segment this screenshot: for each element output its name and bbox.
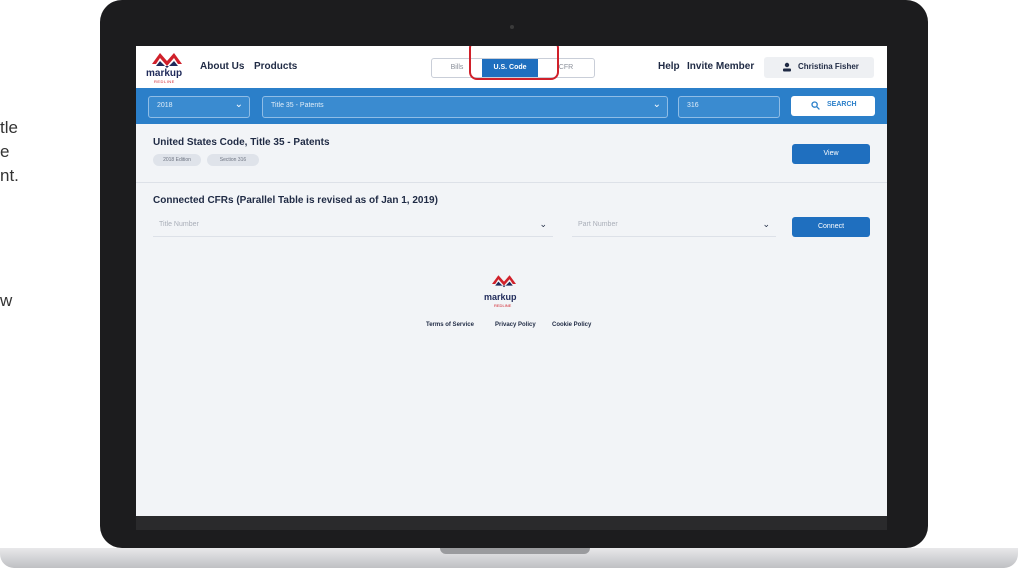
- section-value: 316: [687, 102, 699, 109]
- search-icon: [811, 101, 820, 110]
- footer-logo-sub: REDLINE: [494, 303, 512, 308]
- cookie-link[interactable]: Cookie Policy: [552, 322, 591, 328]
- terms-link[interactable]: Terms of Service: [426, 322, 474, 328]
- year-select[interactable]: 2018 ⌄: [148, 96, 250, 118]
- chevron-down-icon: ⌄: [539, 219, 547, 229]
- year-value: 2018: [157, 102, 173, 109]
- title-number-placeholder: Title Number: [159, 221, 199, 228]
- side-caption: tle e nt. w: [0, 0, 110, 577]
- highlight-ring: [469, 46, 559, 80]
- laptop-frame: markup REDLINE About Us Products Bills U…: [100, 0, 928, 548]
- nav-help[interactable]: Help: [658, 61, 680, 72]
- search-button[interactable]: SEARCH: [791, 96, 875, 116]
- invite-member-link[interactable]: Invite Member: [687, 61, 754, 72]
- user-icon: [783, 62, 791, 72]
- search-bar: 2018 ⌄ Title 35 - Patents ⌄ 316 SEARCH: [136, 88, 887, 124]
- app-screen: markup REDLINE About Us Products Bills U…: [136, 46, 887, 516]
- caption-line: nt.: [0, 166, 19, 185]
- footer-logo-word: markup: [484, 292, 517, 302]
- user-menu-button[interactable]: Christina Fisher: [764, 57, 874, 78]
- logo-sub: REDLINE: [154, 79, 175, 84]
- section-badge: Section 316: [207, 154, 259, 166]
- privacy-link[interactable]: Privacy Policy: [495, 322, 536, 328]
- camera: [510, 25, 514, 29]
- logo-mark-icon: [152, 53, 182, 68]
- section-input[interactable]: 316: [678, 96, 780, 118]
- chevron-down-icon: ⌄: [652, 99, 661, 110]
- laptop-base: [0, 548, 1018, 577]
- markup-logo[interactable]: markup REDLINE: [146, 50, 192, 84]
- caption-line: tle: [0, 118, 18, 137]
- top-nav: markup REDLINE About Us Products Bills U…: [136, 46, 887, 88]
- chevron-down-icon: ⌄: [234, 99, 243, 110]
- part-number-select[interactable]: Part Number ⌄: [572, 216, 776, 237]
- title-select[interactable]: Title 35 - Patents ⌄: [262, 96, 668, 118]
- screen-bottom-bar: [136, 516, 887, 530]
- edition-badge: 2018 Edition: [153, 154, 201, 166]
- logo-word: markup: [146, 68, 183, 79]
- footer-logo[interactable]: markup REDLINE: [478, 272, 532, 312]
- chevron-down-icon: ⌄: [762, 219, 770, 229]
- divider: [136, 182, 887, 183]
- laptop-notch: [440, 548, 590, 554]
- nav-products[interactable]: Products: [254, 61, 297, 72]
- search-button-label: SEARCH: [827, 101, 857, 108]
- result-title: United States Code, Title 35 - Patents: [153, 137, 330, 148]
- user-name: Christina Fisher: [798, 62, 859, 71]
- title-number-select[interactable]: Title Number ⌄: [153, 216, 553, 237]
- caption-line: e: [0, 142, 10, 161]
- nav-about-us[interactable]: About Us: [200, 61, 244, 72]
- title-value: Title 35 - Patents: [271, 102, 324, 109]
- logo-mark-icon: [492, 275, 516, 288]
- view-button[interactable]: View: [792, 144, 870, 164]
- connected-heading: Connected CFRs (Parallel Table is revise…: [153, 195, 438, 206]
- connect-button[interactable]: Connect: [792, 217, 870, 237]
- caption-line: w: [0, 291, 13, 310]
- part-number-placeholder: Part Number: [578, 221, 618, 228]
